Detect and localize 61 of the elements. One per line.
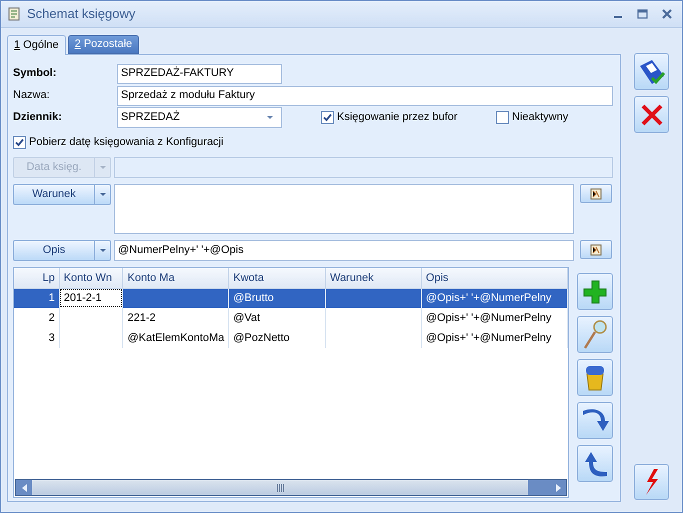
- move-down-button[interactable]: [577, 402, 613, 439]
- curved-arrow-down-icon: [581, 408, 609, 432]
- plus-icon: [583, 280, 607, 304]
- checkbox-label: Księgowanie przez bufor: [337, 110, 458, 126]
- journal-dropdown[interactable]: SPRZEDAŻ: [117, 107, 282, 128]
- field-label: Symbol:: [13, 66, 58, 82]
- name-field[interactable]: Sprzedaż z modułu Faktury: [117, 86, 613, 106]
- add-button[interactable]: [577, 273, 613, 310]
- window-title: Schemat księgowy: [27, 5, 136, 24]
- table-cell: @Opis+' '+@NumerPelny: [421, 328, 568, 348]
- dropdown-caret-icon: [267, 116, 273, 119]
- column-header[interactable]: Warunek: [325, 268, 422, 288]
- checkbox-label: Nieaktywny: [512, 110, 568, 126]
- lightning-icon: [644, 468, 660, 496]
- table-cell: @Opis+' '+@NumerPelny: [421, 308, 568, 328]
- table-cell: @Opis+' '+@NumerPelny: [421, 288, 568, 308]
- table-cell: @PozNetto: [228, 328, 326, 348]
- app-icon: [7, 7, 21, 21]
- table-cell: @Brutto: [228, 288, 326, 308]
- scroll-left-icon[interactable]: [16, 480, 32, 495]
- save-button[interactable]: [634, 53, 669, 90]
- search-button[interactable]: [577, 316, 613, 353]
- table-cell: 2: [14, 308, 60, 328]
- field-label: Dziennik:: [13, 110, 63, 126]
- cancel-button[interactable]: [634, 96, 669, 133]
- column-header[interactable]: Kwota: [228, 268, 326, 288]
- book-icon: [590, 244, 602, 256]
- horizontal-scrollbar[interactable]: [15, 479, 567, 496]
- table-cell: @KatElemKontoMa: [122, 328, 229, 348]
- column-header[interactable]: Konto Ma: [122, 268, 229, 288]
- cross-icon: [640, 102, 664, 126]
- table-cell: 221-2: [122, 308, 229, 328]
- bin-icon: [585, 364, 605, 390]
- column-header[interactable]: Opis: [421, 268, 568, 288]
- scroll-right-icon[interactable]: [528, 480, 566, 495]
- field-label: Nazwa:: [13, 88, 51, 104]
- checkbox-label: Pobierz datę księgowania z Konfiguracji: [29, 134, 224, 150]
- column-header[interactable]: Lp: [14, 268, 60, 288]
- magnifier-icon: [583, 320, 607, 350]
- tab[interactable]: 2 Pozostałe: [68, 35, 140, 54]
- checkbox[interactable]: [496, 111, 509, 124]
- move-up-button[interactable]: [577, 445, 613, 482]
- table-cell: 1: [14, 288, 60, 308]
- delete-button[interactable]: [577, 359, 613, 396]
- editor-button[interactable]: [580, 240, 612, 259]
- scroll-grip-icon[interactable]: [276, 484, 284, 492]
- book-icon: [590, 188, 602, 200]
- table-cell: @Vat: [228, 308, 326, 328]
- close-icon[interactable]: [662, 9, 672, 19]
- table-cell: 3: [14, 328, 60, 348]
- lightning-button[interactable]: [634, 464, 669, 500]
- column-header[interactable]: Konto Wn: [59, 268, 123, 288]
- expression-field[interactable]: @NumerPelny+' '+@Opis: [114, 240, 574, 261]
- checkbox[interactable]: [13, 136, 26, 148]
- editor-button[interactable]: [580, 184, 612, 203]
- table-cell: 201-2-1: [59, 288, 123, 308]
- checkbox[interactable]: [321, 111, 334, 124]
- floppy-check-icon: [638, 58, 666, 86]
- tab[interactable]: 1 Ogólne: [7, 35, 66, 55]
- maximize-icon[interactable]: [637, 9, 648, 19]
- symbol-field[interactable]: SPRZEDAŻ-FAKTURY: [117, 64, 282, 84]
